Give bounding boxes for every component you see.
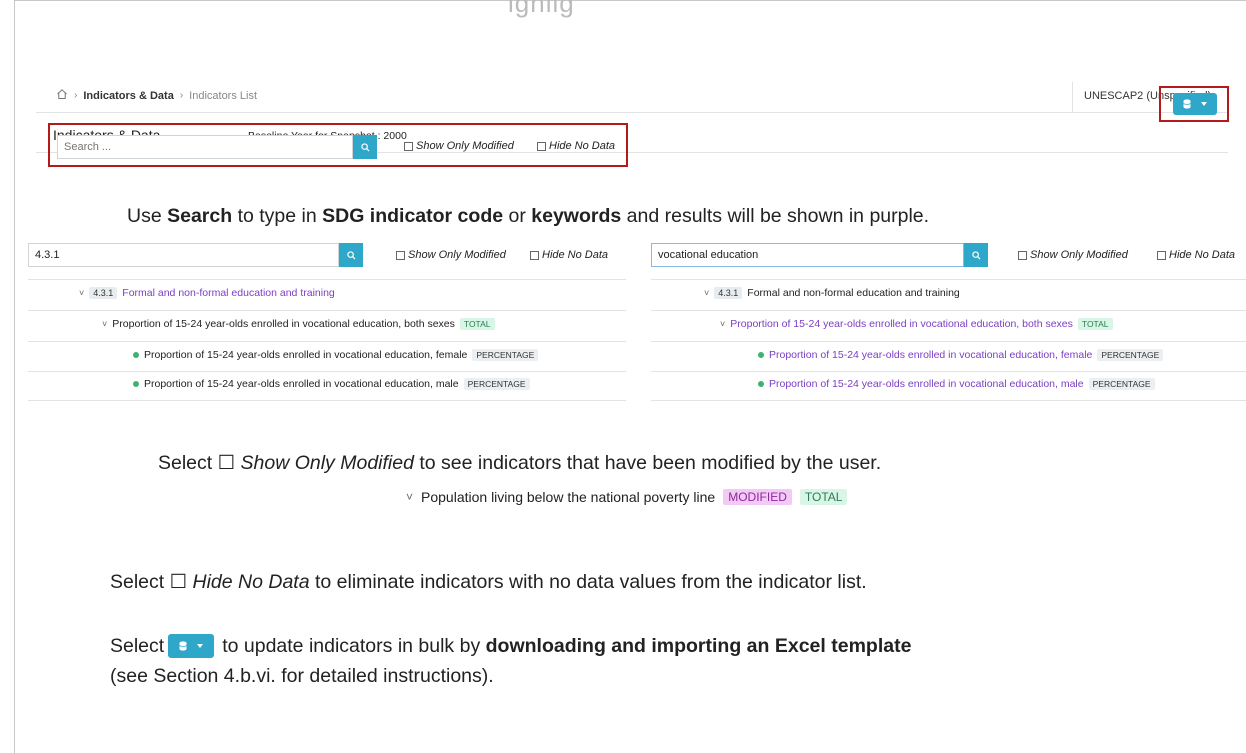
- breadcrumb-indicators-data[interactable]: Indicators & Data: [83, 90, 173, 102]
- search-input-code-example[interactable]: [28, 243, 339, 267]
- parent-label: Proportion of 15-24 year-olds enrolled i…: [730, 318, 1073, 330]
- checkbox-box[interactable]: [530, 250, 539, 260]
- chevron-down-icon[interactable]: ˅: [704, 288, 709, 298]
- bulk-update-instruction-note: (see Section 4.b.vi. for detailed instru…: [110, 665, 494, 687]
- total-badge: TOTAL: [799, 489, 848, 505]
- bulk-update-instruction: Select to update indicators in bulk by d…: [110, 634, 912, 658]
- show-only-modified-checkbox[interactable]: Show Only Modified: [1018, 249, 1128, 261]
- hide-no-data-label: Hide No Data: [1169, 249, 1236, 261]
- total-badge: TOTAL: [459, 318, 495, 330]
- chevron-down-icon: ˅: [406, 490, 414, 504]
- section-heading-fragment: ighlig: [508, 0, 575, 18]
- search-input-keyword-example[interactable]: [651, 243, 964, 267]
- tree-group-row[interactable]: ˅ 4.3.1 Formal and non-formal education …: [79, 287, 335, 299]
- breadcrumb: › Indicators & Data › Indicators List: [56, 88, 257, 103]
- hide-no-data-label: Hide No Data: [542, 249, 609, 261]
- hide-no-data-checkbox[interactable]: Hide No Data: [530, 249, 608, 261]
- tree-parent-row[interactable]: ˅ Proportion of 15-24 year-olds enrolled…: [102, 318, 495, 330]
- row-divider: [28, 400, 626, 401]
- search-button[interactable]: [339, 243, 363, 267]
- row-divider: [651, 400, 1246, 401]
- checkbox-box[interactable]: [537, 141, 546, 151]
- row-divider: [28, 279, 626, 280]
- parent-label: Proportion of 15-24 year-olds enrolled i…: [112, 318, 455, 330]
- bulk-excel-button-inline: [168, 634, 215, 658]
- search-instruction: Use Search to type in SDG indicator code…: [127, 205, 930, 227]
- chevron-down-icon[interactable]: ˅: [79, 288, 84, 298]
- percentage-badge: PERCENTAGE: [463, 378, 530, 390]
- total-badge: TOTAL: [1077, 318, 1113, 330]
- checkbox-box[interactable]: [404, 141, 413, 151]
- row-divider: [651, 371, 1246, 372]
- percentage-badge: PERCENTAGE: [1088, 378, 1155, 390]
- tree-group-row[interactable]: ˅ 4.3.1 Formal and non-formal education …: [704, 287, 960, 299]
- percentage-badge: PERCENTAGE: [472, 349, 539, 361]
- modified-example-row: ˅ Population living below the national p…: [406, 489, 848, 505]
- page-border-left: [14, 0, 15, 753]
- status-dot-icon: [758, 352, 764, 358]
- child-label: Proportion of 15-24 year-olds enrolled i…: [144, 349, 468, 361]
- tree-child-row[interactable]: Proportion of 15-24 year-olds enrolled i…: [133, 378, 530, 390]
- hide-no-data-instruction: Select ☐ Hide No Data to eliminate indic…: [110, 571, 867, 593]
- group-label: Formal and non-formal education and trai…: [747, 287, 960, 299]
- row-divider: [651, 279, 1246, 280]
- row-divider: [651, 341, 1246, 342]
- modified-badge: MODIFIED: [723, 489, 792, 505]
- checkbox-box[interactable]: [1157, 250, 1166, 260]
- hide-no-data-checkbox[interactable]: Hide No Data: [1157, 249, 1235, 261]
- hide-no-data-label: Hide No Data: [549, 140, 616, 152]
- checkbox-box[interactable]: [396, 250, 405, 260]
- search-icon: [360, 142, 370, 152]
- percentage-badge: PERCENTAGE: [1097, 349, 1164, 361]
- search-button[interactable]: [353, 135, 377, 159]
- chevron-down-icon[interactable]: ˅: [102, 319, 107, 329]
- child-label: Proportion of 15-24 year-olds enrolled i…: [144, 378, 459, 390]
- indicator-code: 4.3.1: [89, 287, 118, 299]
- tree-child-row[interactable]: Proportion of 15-24 year-olds enrolled i…: [133, 349, 539, 361]
- child-label: Proportion of 15-24 year-olds enrolled i…: [769, 349, 1093, 361]
- group-label: Formal and non-formal education and trai…: [122, 287, 335, 299]
- search-input[interactable]: [57, 135, 353, 159]
- modified-example-label: Population living below the national pov…: [421, 489, 716, 505]
- database-icon: [1183, 99, 1191, 109]
- caret-down-icon: [197, 644, 204, 648]
- tree-child-row[interactable]: Proportion of 15-24 year-olds enrolled i…: [758, 349, 1164, 361]
- search-icon: [971, 250, 981, 260]
- status-dot-icon: [133, 352, 139, 358]
- status-dot-icon: [133, 381, 139, 387]
- search-icon: [346, 250, 356, 260]
- breadcrumb-separator: ›: [74, 90, 78, 101]
- show-only-modified-label: Show Only Modified: [416, 140, 514, 152]
- show-only-modified-checkbox[interactable]: Show Only Modified: [396, 249, 506, 261]
- tree-parent-row[interactable]: ˅ Proportion of 15-24 year-olds enrolled…: [720, 318, 1113, 330]
- row-divider: [28, 371, 626, 372]
- status-dot-icon: [758, 381, 764, 387]
- tree-child-row[interactable]: Proportion of 15-24 year-olds enrolled i…: [758, 378, 1155, 390]
- caret-down-icon: [1201, 102, 1207, 106]
- bulk-excel-button[interactable]: [1173, 93, 1217, 115]
- indicator-code: 4.3.1: [714, 287, 743, 299]
- row-divider: [28, 341, 626, 342]
- row-divider: [651, 310, 1246, 311]
- home-icon[interactable]: [56, 88, 68, 103]
- checkbox-box[interactable]: [1018, 250, 1027, 260]
- page-border-top: [14, 0, 1246, 1]
- database-icon: [179, 641, 187, 651]
- breadcrumb-indicators-list: Indicators List: [189, 89, 258, 102]
- chevron-down-icon[interactable]: ˅: [720, 319, 725, 329]
- show-only-modified-label: Show Only Modified: [1030, 249, 1128, 261]
- row-divider: [28, 310, 626, 311]
- hide-no-data-checkbox[interactable]: Hide No Data: [537, 140, 615, 152]
- child-label: Proportion of 15-24 year-olds enrolled i…: [769, 378, 1084, 390]
- breadcrumb-separator: ›: [179, 90, 184, 101]
- show-only-modified-label: Show Only Modified: [408, 249, 506, 261]
- show-only-modified-instruction: Select ☐ Show Only Modified to see indic…: [158, 452, 882, 474]
- show-only-modified-checkbox[interactable]: Show Only Modified: [404, 140, 514, 152]
- search-button[interactable]: [964, 243, 988, 267]
